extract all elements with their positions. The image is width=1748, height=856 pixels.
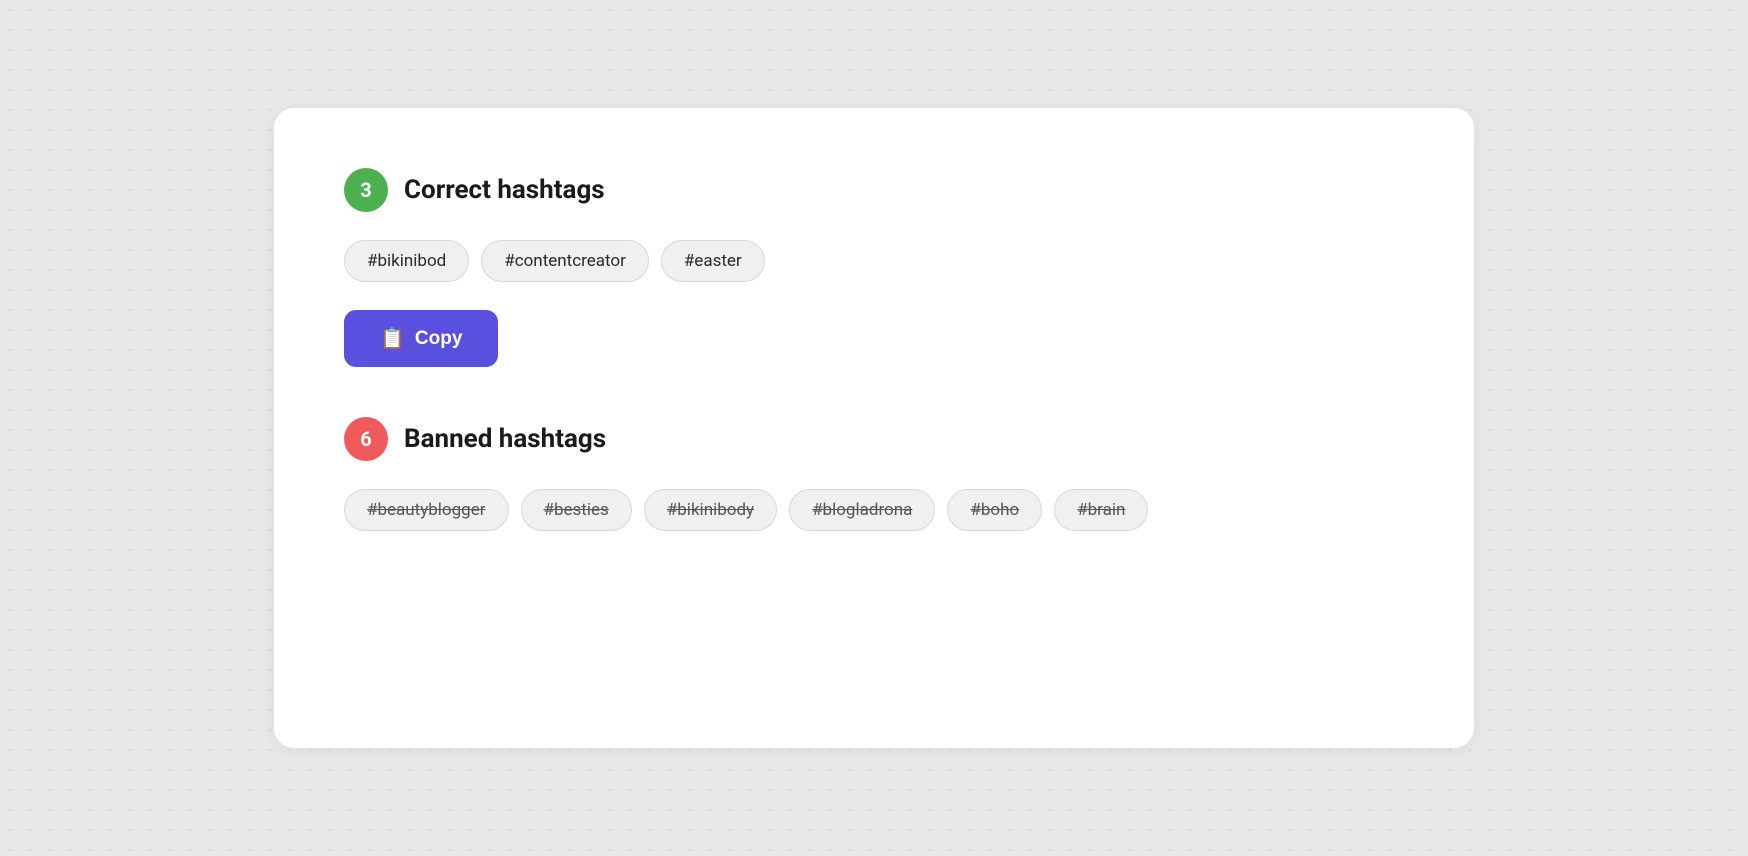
banned-hashtag-chip: #besties	[521, 489, 632, 531]
main-card: 3 Correct hashtags #bikinibod #contentcr…	[274, 108, 1474, 748]
correct-section-header: 3 Correct hashtags	[344, 168, 1404, 212]
correct-count-badge: 3	[344, 168, 388, 212]
correct-section-title: Correct hashtags	[404, 175, 605, 205]
correct-hashtag-list: #bikinibod #contentcreator #easter	[344, 240, 1404, 282]
hashtag-chip: #bikinibod	[344, 240, 469, 282]
copy-button[interactable]: 📋 Copy	[344, 310, 498, 367]
banned-hashtag-chip: #brain	[1054, 489, 1148, 531]
copy-button-label: Copy	[415, 328, 463, 350]
banned-hashtag-chip: #boho	[947, 489, 1042, 531]
banned-hashtag-chip: #bikinibody	[644, 489, 777, 531]
banned-hashtag-list: #beautyblogger #besties #bikinibody #blo…	[344, 489, 1404, 531]
banned-hashtag-chip: #blogladrona	[789, 489, 935, 531]
correct-hashtags-section: 3 Correct hashtags #bikinibod #contentcr…	[344, 168, 1404, 367]
copy-icon: 📋	[380, 326, 405, 351]
hashtag-chip: #easter	[661, 240, 765, 282]
banned-count-badge: 6	[344, 417, 388, 461]
banned-hashtags-section: 6 Banned hashtags #beautyblogger #bestie…	[344, 417, 1404, 531]
banned-section-title: Banned hashtags	[404, 424, 606, 454]
hashtag-chip: #contentcreator	[481, 240, 649, 282]
banned-section-header: 6 Banned hashtags	[344, 417, 1404, 461]
banned-hashtag-chip: #beautyblogger	[344, 489, 509, 531]
